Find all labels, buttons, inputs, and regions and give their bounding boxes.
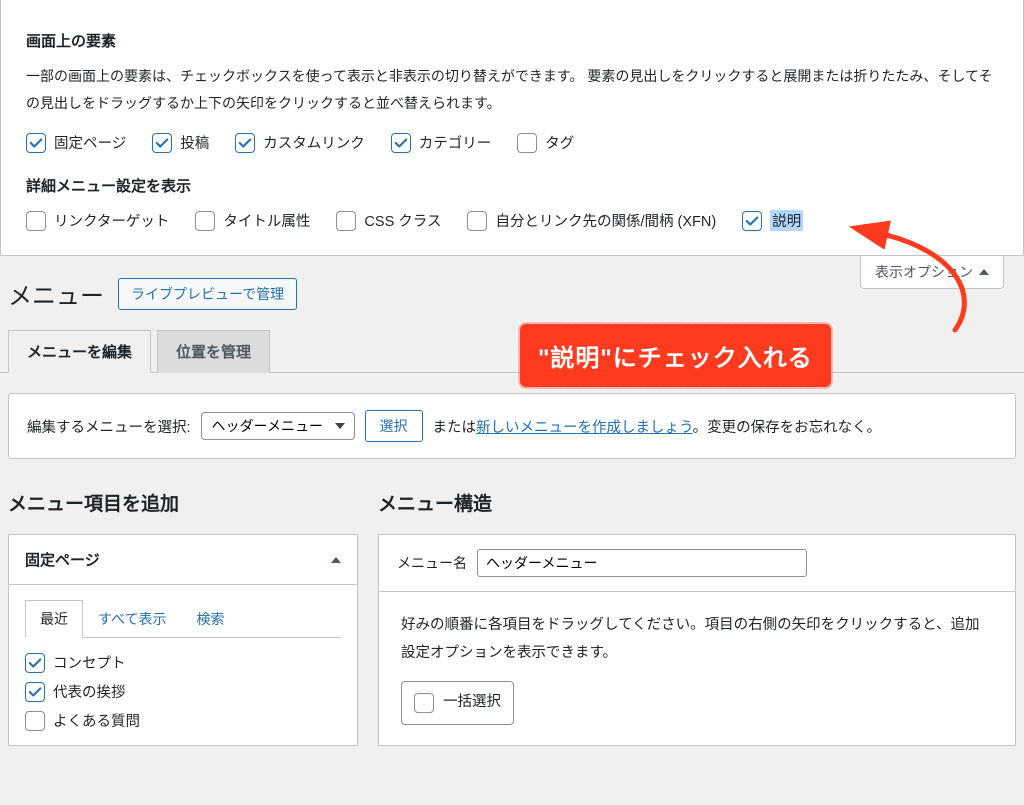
adv-box-3[interactable]: 自分とリンク先の関係/間柄 (XFN) (467, 210, 716, 231)
structure-help-text: 好みの順番に各項目をドラッグしてください。項目の右側の矢印をクリックすると、追加… (401, 612, 993, 667)
menu-select-button[interactable]: 選択 (365, 410, 423, 442)
adv-box-3-checkbox[interactable] (467, 211, 487, 231)
page-item-2[interactable]: よくある質問 (25, 710, 341, 731)
menu-name-input[interactable] (477, 549, 807, 577)
page-item-1[interactable]: 代表の挨拶 (25, 681, 341, 702)
page-item-1-label: 代表の挨拶 (53, 681, 126, 702)
screen-box-3-label: カテゴリー (419, 132, 492, 153)
bulk-select[interactable]: 一括選択 (401, 681, 514, 725)
add-items-heading: メニュー項目を追加 (8, 489, 358, 516)
mini-tab-recent[interactable]: 最近 (25, 600, 83, 638)
screen-box-0-checkbox[interactable] (26, 133, 46, 153)
adv-box-1-label: タイトル属性 (223, 210, 310, 231)
adv-box-0-checkbox[interactable] (26, 211, 46, 231)
screen-box-4-label: タグ (545, 132, 574, 153)
screen-elements-heading: 画面上の要素 (26, 20, 1003, 51)
menu-select-label: 編集するメニューを選択: (27, 416, 191, 437)
advanced-menu-heading: 詳細メニュー設定を表示 (26, 175, 1003, 196)
annotation-arrow-icon (860, 225, 1000, 355)
menu-or-text: または (433, 420, 477, 436)
pages-postbox-header[interactable]: 固定ページ (9, 535, 357, 585)
page-item-0-checkbox[interactable] (25, 653, 45, 673)
page-title: メニュー (8, 276, 104, 311)
adv-box-4-checkbox[interactable] (742, 211, 762, 231)
screen-box-1-label: 投稿 (180, 132, 209, 153)
page-item-0[interactable]: コンセプト (25, 652, 341, 673)
screen-box-2-label: カスタムリンク (263, 132, 365, 153)
menu-name-row: メニュー名 (379, 535, 1015, 592)
adv-box-4-label: 説明 (770, 210, 803, 231)
screen-options-panel: 画面上の要素 一部の画面上の要素は、チェックボックスを使って表示と非表示の切り替… (0, 0, 1024, 256)
pages-list: コンセプト代表の挨拶よくある質問 (25, 652, 341, 731)
page-item-2-checkbox[interactable] (25, 711, 45, 731)
page-item-0-label: コンセプト (53, 652, 126, 673)
menu-frame: メニュー名 好みの順番に各項目をドラッグしてください。項目の右側の矢印をクリック… (378, 534, 1016, 746)
pages-mini-tabs: 最近 すべて表示 検索 (25, 599, 341, 638)
structure-heading: メニュー構造 (378, 489, 1016, 516)
screen-box-2-checkbox[interactable] (235, 133, 255, 153)
adv-box-2-label: CSS クラス (364, 210, 441, 231)
screen-box-4-checkbox[interactable] (517, 133, 537, 153)
screen-box-2[interactable]: カスタムリンク (235, 132, 365, 153)
screen-box-1-checkbox[interactable] (152, 133, 172, 153)
menu-select-bar: 編集するメニューを選択: ヘッダーメニュー 選択 または新しいメニューを作成しま… (8, 393, 1016, 459)
menu-structure-column: メニュー構造 メニュー名 好みの順番に各項目をドラッグしてください。項目の右側の… (378, 489, 1016, 746)
menu-add-column: メニュー項目を追加 固定ページ 最近 すべて表示 検索 コンセプト代表の挨拶よく… (8, 489, 358, 746)
menu-columns: メニュー項目を追加 固定ページ 最近 すべて表示 検索 コンセプト代表の挨拶よく… (0, 459, 1024, 746)
screen-box-4[interactable]: タグ (517, 132, 574, 153)
adv-box-4[interactable]: 説明 (742, 210, 803, 231)
live-preview-button[interactable]: ライブプレビューで管理 (118, 278, 297, 310)
advanced-menu-checkboxes: リンクターゲット タイトル属性 CSS クラス 自分とリンク先の関係/間柄 (XFN)… (26, 210, 1003, 231)
screen-elements-checkboxes: 固定ページ 投稿 カスタムリンク カテゴリー タグ (26, 132, 1003, 153)
screen-box-0[interactable]: 固定ページ (26, 132, 126, 153)
pages-postbox: 固定ページ 最近 すべて表示 検索 コンセプト代表の挨拶よくある質問 (8, 534, 358, 746)
screen-elements-description: 一部の画面上の要素は、チェックボックスを使って表示と非表示の切り替えができます。… (26, 63, 1003, 116)
adv-box-1-checkbox[interactable] (195, 211, 215, 231)
adv-box-2[interactable]: CSS クラス (336, 210, 441, 231)
adv-box-1[interactable]: タイトル属性 (195, 210, 310, 231)
screen-box-0-label: 固定ページ (54, 132, 126, 153)
menu-name-label: メニュー名 (397, 553, 467, 573)
screen-box-3[interactable]: カテゴリー (391, 132, 492, 153)
mini-tab-search[interactable]: 検索 (181, 600, 239, 638)
create-menu-link[interactable]: 新しいメニューを作成しましょう (476, 420, 693, 436)
adv-box-2-checkbox[interactable] (336, 211, 356, 231)
bulk-select-label: 一括選択 (443, 689, 501, 717)
screen-box-3-checkbox[interactable] (391, 133, 411, 153)
tab-edit-menus[interactable]: メニューを編集 (8, 330, 151, 373)
menu-select-dropdown[interactable]: ヘッダーメニュー (201, 412, 355, 440)
mini-tab-all[interactable]: すべて表示 (83, 600, 181, 638)
page-item-2-label: よくある質問 (53, 710, 140, 731)
pages-postbox-title: 固定ページ (25, 549, 100, 570)
chevron-up-icon (331, 557, 341, 563)
screen-box-1[interactable]: 投稿 (152, 132, 209, 153)
page-item-1-checkbox[interactable] (25, 682, 45, 702)
adv-box-0-label: リンクターゲット (54, 210, 169, 231)
bulk-select-checkbox[interactable] (414, 693, 434, 713)
menu-tail-text: 。変更の保存をお忘れなく。 (693, 420, 882, 436)
adv-box-0[interactable]: リンクターゲット (26, 210, 169, 231)
tab-manage-locations[interactable]: 位置を管理 (157, 330, 270, 373)
adv-box-3-label: 自分とリンク先の関係/間柄 (XFN) (495, 210, 716, 231)
